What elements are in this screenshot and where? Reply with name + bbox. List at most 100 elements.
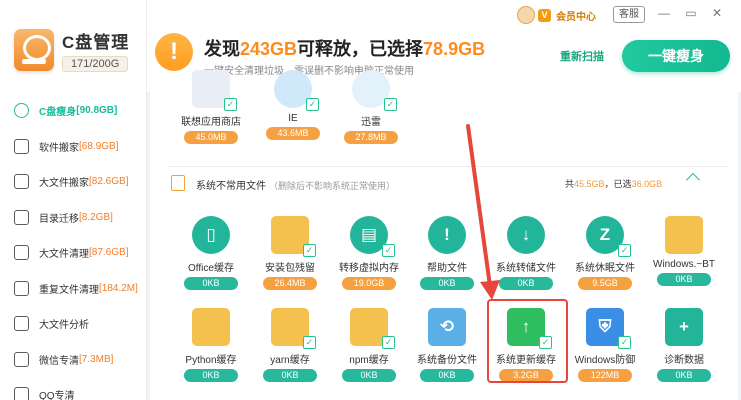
clean-item-size: 9.5GB xyxy=(578,277,632,290)
sidebar-item-bigfile-move[interactable]: 大文件搬家 [82.6GB] xyxy=(0,164,147,200)
vip-crown-icon: V xyxy=(538,8,551,22)
clean-item-tile[interactable]: Windows.~BT 0KB xyxy=(648,216,720,286)
clean-item-size: 0KB xyxy=(263,369,317,382)
app-window: C盘管理 171/200G C盘瘦身 [90.8GB] 软件搬家 [68.9GB] … xyxy=(0,0,741,400)
clean-item-tile[interactable]: ✓ 安装包残留 26.4MB xyxy=(254,216,326,290)
sidebar-item-c-slim[interactable]: C盘瘦身 [90.8GB] xyxy=(0,93,147,129)
clean-item-size: 27.8MB xyxy=(344,131,398,144)
yarn-cache-icon: ✓ xyxy=(271,308,316,349)
clean-item-tile[interactable]: ⟲ 系统备份文件 0KB xyxy=(411,308,483,382)
file-analysis-icon xyxy=(14,316,29,332)
app-logo: C盘管理 171/200G xyxy=(14,28,129,72)
clean-item-name: Windows防御 xyxy=(574,355,636,366)
sidebar-item-size: [87.6GB] xyxy=(89,247,129,259)
one-click-slim-button[interactable]: 一键瘦身 xyxy=(622,40,730,72)
sidebar-item-folder-migrate[interactable]: 目录迁移 [8.2GB] xyxy=(0,200,147,236)
section-total-size: 45.5GB xyxy=(574,179,605,189)
disk-logo-icon xyxy=(14,29,54,71)
rescan-button[interactable]: 重新扫描 xyxy=(560,48,604,64)
checkbox-checked-icon[interactable]: ✓ xyxy=(303,244,316,257)
checkbox-checked-icon[interactable]: ✓ xyxy=(306,98,319,111)
clean-item-name: Office缓存 xyxy=(188,263,234,274)
clean-item-name: Windows.~BT xyxy=(653,259,715,270)
checkbox-checked-icon[interactable]: ✓ xyxy=(384,98,397,111)
headline-prefix: 发现 xyxy=(204,39,240,59)
sidebar-item-file-analysis[interactable]: 大文件分析 xyxy=(0,306,147,342)
checkbox-checked-icon[interactable]: ✓ xyxy=(303,336,316,349)
maximize-button[interactable]: ▭ xyxy=(684,6,698,20)
disk-slim-icon xyxy=(14,103,29,119)
clean-item-name: 系统休眠文件 xyxy=(575,263,635,274)
checkbox-checked-icon[interactable]: ✓ xyxy=(618,244,631,257)
section-header[interactable]: 系统不常用文件 （删除后不影响系统正常使用） 共45.5GB，已选36.0GB xyxy=(168,166,728,196)
checkbox-checked-icon[interactable]: ✓ xyxy=(382,244,395,257)
document-icon xyxy=(171,175,185,191)
avatar xyxy=(517,6,535,24)
clean-item-tile[interactable]: Python缓存 0KB xyxy=(175,308,247,382)
clean-item-name: 联想应用商店 xyxy=(181,117,241,128)
clean-item-tile[interactable]: Z ✓ 系统休眠文件 9.5GB xyxy=(569,216,641,290)
sidebar-item-size: [184.2M] xyxy=(99,282,138,294)
customer-service-button[interactable]: 客服 xyxy=(613,6,645,23)
clean-item-tile[interactable]: ⛨ ✓ Windows防御 122MB xyxy=(569,308,641,382)
clean-item-size: 0KB xyxy=(184,277,238,290)
clean-item-size: 26.4MB xyxy=(263,277,317,290)
clean-item-tile[interactable]: ✓ npm缓存 0KB xyxy=(333,308,405,382)
office-icon: ▯ xyxy=(192,216,230,254)
chevron-up-icon[interactable] xyxy=(685,172,701,188)
section-title-text: 系统不常用文件 xyxy=(196,181,266,192)
sidebar-item-label: 大文件分析 xyxy=(39,320,89,332)
lenovo-store-icon: ✓ xyxy=(192,70,237,111)
selected-label: ，已选 xyxy=(604,179,632,189)
sidebar-item-size: [68.9GB] xyxy=(79,140,119,152)
clean-item-name: 转移虚拟内存 xyxy=(339,263,399,274)
checkbox-checked-icon[interactable]: ✓ xyxy=(618,336,631,349)
clean-item-name: 安装包残留 xyxy=(265,263,315,274)
duplicate-file-icon xyxy=(14,280,29,296)
clean-item-tile[interactable]: ▯ Office缓存 0KB xyxy=(175,216,247,290)
clean-item-tile[interactable]: ✓ 迅雷 27.8MB xyxy=(335,70,407,144)
content-area: ✓ 联想应用商店 45.0MB ✓ IE 43.6MB ✓ 迅雷 27.8MB … xyxy=(147,70,741,400)
system-backup-icon: ⟲ xyxy=(428,308,466,346)
sidebar-item-qq-clean[interactable]: QQ专清 xyxy=(0,377,147,400)
sidebar-item-label: 重复文件清理 xyxy=(39,284,99,296)
close-button[interactable]: ✕ xyxy=(710,6,724,20)
clean-item-panel: ✓ 联想应用商店 45.0MB ✓ IE 43.6MB ✓ 迅雷 27.8MB … xyxy=(150,70,738,400)
clean-item-tile[interactable]: + 诊断数据 0KB xyxy=(648,308,720,382)
windows-bt-icon xyxy=(665,216,703,254)
sidebar-item-label: 大文件清理 xyxy=(39,249,89,261)
sidebar-item-bigfile-clean[interactable]: 大文件清理 [87.6GB] xyxy=(0,235,147,271)
section-title: 系统不常用文件 （删除后不影响系统正常使用） xyxy=(196,177,395,192)
software-move-icon xyxy=(14,138,29,154)
qq-icon xyxy=(14,387,29,400)
checkbox-checked-icon[interactable]: ✓ xyxy=(382,336,395,349)
clean-item-size: 0KB xyxy=(657,369,711,382)
clean-item-tile[interactable]: ✓ IE 43.6MB xyxy=(257,70,329,140)
clean-item-name: Python缓存 xyxy=(185,355,237,366)
checkbox-checked-icon[interactable]: ✓ xyxy=(224,98,237,111)
sidebar: C盘管理 171/200G C盘瘦身 [90.8GB] 软件搬家 [68.9GB] … xyxy=(0,0,147,400)
sidebar-item-label: QQ专清 xyxy=(39,391,75,400)
minimize-button[interactable]: — xyxy=(657,6,671,20)
section-selected-size: 36.0GB xyxy=(631,179,663,189)
clean-item-size: 0KB xyxy=(657,273,711,286)
clean-item-tile[interactable]: ✓ 联想应用商店 45.0MB xyxy=(175,70,247,144)
annotation-highlight-box xyxy=(487,299,568,383)
clean-item-size: 45.0MB xyxy=(184,131,238,144)
clean-item-tile[interactable]: ✓ yarn缓存 0KB xyxy=(254,308,326,382)
clean-item-name: npm缓存 xyxy=(349,355,389,366)
clean-item-tile[interactable]: ▤ ✓ 转移虚拟内存 19.0GB xyxy=(333,216,405,290)
folder-migrate-icon xyxy=(14,209,29,225)
vip-center-link[interactable]: V 会员中心 xyxy=(517,5,596,25)
sidebar-item-label: 大文件搬家 xyxy=(39,178,89,190)
sidebar-item-duplicate-clean[interactable]: 重复文件清理 [184.2M] xyxy=(0,271,147,307)
sidebar-item-software-move[interactable]: 软件搬家 [68.9GB] xyxy=(0,129,147,165)
section-stats: 共45.5GB，已选36.0GB xyxy=(565,177,662,190)
clean-item-name: 系统备份文件 xyxy=(417,355,477,366)
vip-center-label: 会员中心 xyxy=(556,11,596,23)
sidebar-item-label: 微信专清 xyxy=(39,355,79,367)
sidebar-item-wechat-clean[interactable]: 微信专清 [7.3MB] xyxy=(0,342,147,378)
clean-item-size: 122MB xyxy=(578,369,632,382)
warning-icon: ! xyxy=(155,33,193,71)
bigfile-clean-icon xyxy=(14,245,29,261)
